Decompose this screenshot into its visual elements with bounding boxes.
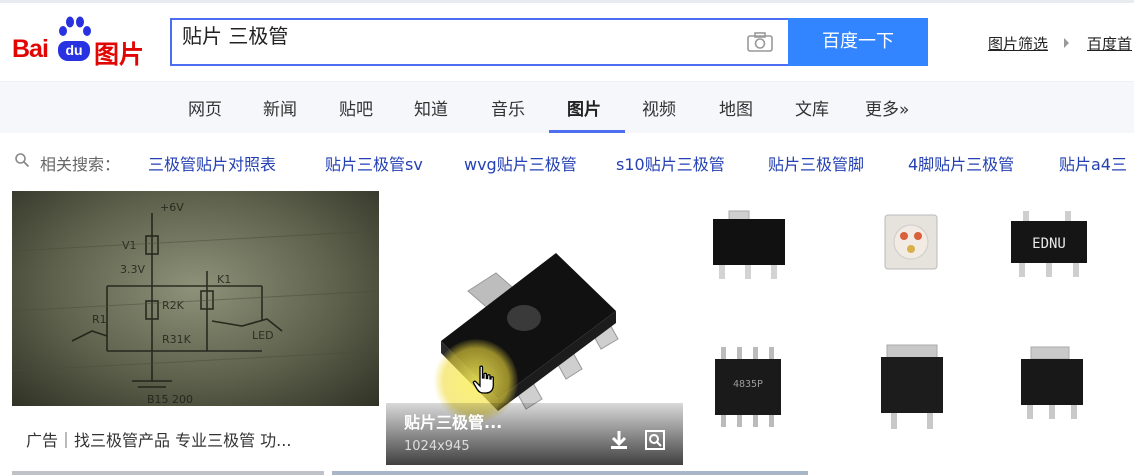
tab-web[interactable]: 网页 bbox=[188, 95, 222, 120]
chip-marking: 4835P bbox=[733, 379, 763, 390]
logo-tupian: 图片 bbox=[94, 40, 145, 69]
related-item[interactable]: 贴片a4三 bbox=[1059, 151, 1127, 175]
header: Bai du 图片 贴片 三极管 百度一下 图片筛选 百度首 bbox=[0, 3, 1134, 81]
tab-tieba[interactable]: 贴吧 bbox=[339, 95, 373, 120]
tab-images[interactable]: 图片 bbox=[567, 95, 601, 120]
download-icon[interactable] bbox=[608, 429, 630, 451]
svg-text:R1: R1 bbox=[92, 313, 107, 326]
related-item[interactable]: 4脚贴片三极管 bbox=[908, 151, 1014, 175]
image-filter-link[interactable]: 图片筛选 bbox=[988, 33, 1048, 54]
logo-du: du bbox=[58, 41, 90, 61]
related-item[interactable]: s10贴片三极管 bbox=[616, 151, 725, 175]
svg-text:+6V: +6V bbox=[160, 201, 184, 214]
main-result-card[interactable]: 贴片三极管... 1024x945 bbox=[386, 191, 683, 465]
thumb-dpak-transistor[interactable] bbox=[857, 341, 967, 441]
ad-card[interactable]: +6V V1 3.3V K1 R2K R1 R31K LED B15 200 广… bbox=[12, 191, 379, 465]
logo-bai: Bai bbox=[12, 35, 49, 63]
tab-more[interactable]: 更多» bbox=[865, 95, 909, 120]
svg-text:R31K: R31K bbox=[162, 333, 192, 346]
tab-news[interactable]: 新闻 bbox=[263, 95, 297, 120]
tab-zhidao[interactable]: 知道 bbox=[414, 95, 448, 120]
related-item[interactable]: 贴片三极管脚 bbox=[768, 151, 864, 175]
image-dimensions: 1024x945 bbox=[404, 439, 470, 454]
related-item[interactable]: 贴片三极管sv bbox=[325, 151, 423, 175]
svg-text:R2K: R2K bbox=[162, 299, 185, 312]
svg-text:LED: LED bbox=[252, 329, 274, 342]
ad-image-circuit-sketch[interactable]: +6V V1 3.3V K1 R2K R1 R31K LED B15 200 bbox=[12, 191, 379, 406]
tab-map[interactable]: 地图 bbox=[719, 95, 753, 120]
camera-icon[interactable] bbox=[746, 31, 774, 53]
thumb-sot223-transistor[interactable] bbox=[997, 341, 1107, 441]
thumb-smd-led[interactable] bbox=[857, 205, 967, 305]
search-box[interactable]: 贴片 三极管 bbox=[170, 18, 788, 66]
related-label: 相关搜索： bbox=[40, 155, 121, 174]
svg-text:V1: V1 bbox=[122, 239, 137, 252]
image-results: +6V V1 3.3V K1 R2K R1 R31K LED B15 200 广… bbox=[0, 189, 1134, 475]
next-row-thumb[interactable] bbox=[332, 471, 808, 475]
ednu-marking: EDNU bbox=[1032, 236, 1066, 252]
triangle-right-icon bbox=[1064, 38, 1069, 48]
tab-music[interactable]: 音乐 bbox=[491, 95, 525, 120]
search-input[interactable]: 贴片 三极管 bbox=[182, 20, 288, 64]
baidu-home-link[interactable]: 百度首 bbox=[1087, 33, 1132, 54]
tab-wenku[interactable]: 文库 bbox=[795, 95, 829, 120]
view-icon[interactable] bbox=[644, 429, 666, 451]
related-searches: 相关搜索： 三极管贴片对照表 贴片三极管sv wvg贴片三极管 s10贴片三极管… bbox=[0, 133, 1134, 189]
search-button[interactable]: 百度一下 bbox=[788, 18, 928, 66]
thumb-ednu-transistor[interactable]: EDNU bbox=[997, 205, 1107, 305]
search-icon bbox=[15, 153, 30, 168]
next-row-thumb[interactable] bbox=[12, 471, 324, 475]
thumb-sop8-chip[interactable]: 4835P bbox=[697, 341, 807, 441]
baidu-logo[interactable]: Bai du 图片 bbox=[12, 15, 162, 69]
related-item[interactable]: wvg贴片三极管 bbox=[464, 151, 577, 175]
svg-text:K1: K1 bbox=[217, 273, 231, 286]
nav-bar: 网页 新闻 贴吧 知道 音乐 图片 视频 地图 文库 更多» bbox=[0, 81, 1134, 133]
svg-text:3.3V: 3.3V bbox=[120, 263, 145, 276]
thumb-sot-transistor[interactable] bbox=[695, 205, 805, 305]
related-item[interactable]: 三极管贴片对照表 bbox=[148, 151, 276, 175]
svg-text:B15 200: B15 200 bbox=[147, 393, 193, 406]
tab-video[interactable]: 视频 bbox=[642, 95, 676, 120]
hand-cursor-icon bbox=[472, 365, 494, 394]
result-title[interactable]: 贴片三极管... bbox=[404, 409, 502, 433]
ad-caption[interactable]: 广告｜找三极管产品 专业三极管 功... bbox=[26, 427, 291, 451]
circuit-sketch-image: +6V V1 3.3V K1 R2K R1 R31K LED B15 200 bbox=[12, 201, 379, 406]
